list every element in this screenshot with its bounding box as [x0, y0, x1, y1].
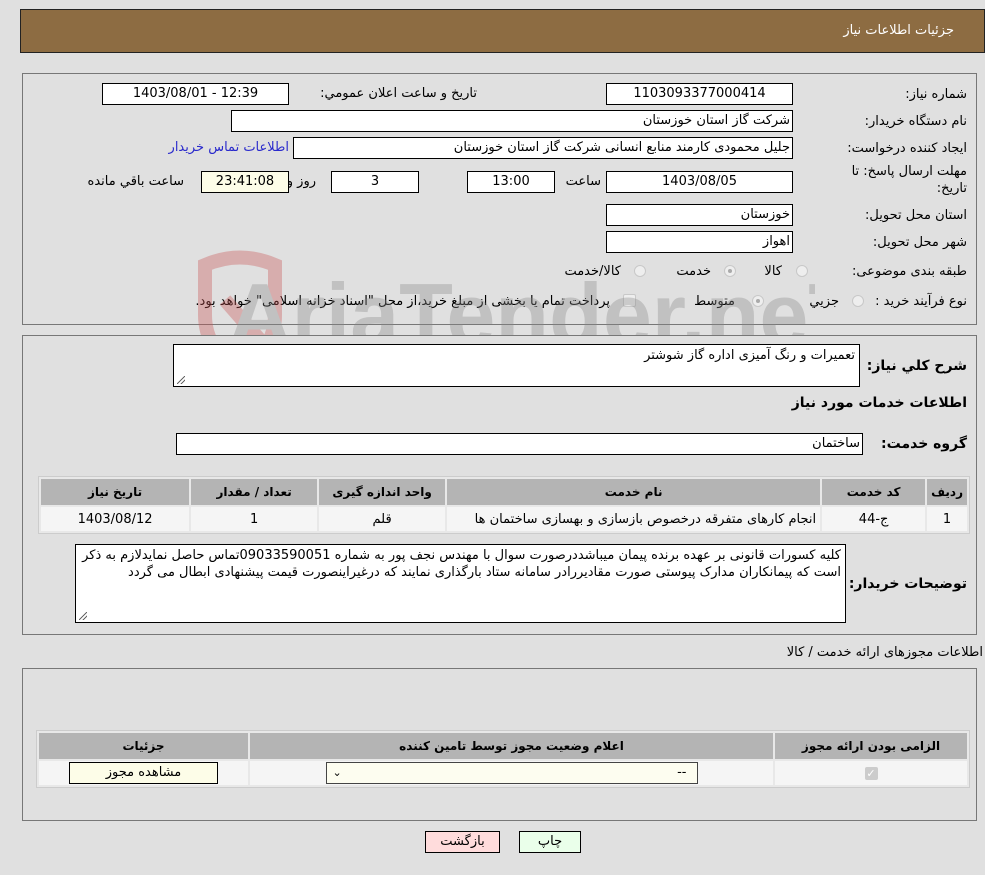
table-row: ✓ -- ⌄ مشاهده مجوز	[39, 761, 967, 785]
buyer-notes-text: کلیه کسورات قانونی بر عهده برنده پیمان م…	[82, 548, 841, 580]
announce-datetime-label: تاریخ و ساعت اعلان عمومي:	[320, 86, 477, 101]
deadline-label-line1: مهلت ارسال پاسخ: تا	[851, 164, 967, 179]
category-label: طبقه بندی موضوعی:	[851, 264, 967, 279]
col-row-number: ردیف	[927, 479, 967, 505]
back-button[interactable]: بازگشت	[425, 831, 500, 853]
description-textarea[interactable]: تعمیرات و رنگ آمیزی اداره گاز شوشتر	[173, 344, 860, 387]
cell-permit-details: مشاهده مجوز	[39, 761, 248, 785]
days-remaining-field: 3	[331, 171, 419, 193]
province-label: استان محل تحویل:	[865, 208, 967, 223]
category-radio-goods[interactable]	[796, 265, 808, 277]
description-text: تعمیرات و رنگ آمیزی اداره گاز شوشتر	[644, 348, 855, 363]
requester-label: ایجاد کننده درخواست:	[847, 141, 967, 156]
col-permit-required: الزامی بودن ارائه مجوز	[775, 733, 967, 759]
need-number-label: شماره نیاز:	[905, 87, 967, 102]
service-group-field: ساختمان	[176, 433, 863, 455]
permits-section-title: اطلاعات مجوزهای ارائه خدمت / کالا	[786, 645, 983, 660]
col-service-name: نام خدمت	[447, 479, 821, 505]
purchase-option-medium: متوسط	[694, 294, 735, 309]
deadline-label-line2: تاریخ:	[936, 181, 967, 196]
buyer-notes-label: توضیحات خریدار:	[848, 576, 967, 592]
days-label: روز و	[286, 174, 316, 189]
buyer-org-label: نام دستگاه خریدار:	[864, 114, 967, 129]
need-number-field: 1103093377000414	[606, 83, 793, 105]
cell-row-number: 1	[927, 507, 967, 531]
category-option-goods-service: کالا/خدمت	[564, 264, 621, 279]
treasury-note: پرداخت تمام یا بخشی از مبلغ خرید،از محل …	[195, 294, 610, 309]
col-quantity: تعداد / مقدار	[191, 479, 318, 505]
print-button[interactable]: چاپ	[519, 831, 581, 853]
permit-required-checkbox[interactable]: ✓	[864, 766, 878, 780]
purchase-type-label: نوع فرآیند خرید :	[875, 294, 967, 309]
chevron-down-icon: ⌄	[332, 766, 342, 779]
col-permit-status: اعلام وضعیت مجوز توسط تامین کننده	[250, 733, 773, 759]
services-table: ردیف کد خدمت نام خدمت واحد اندازه گیری ت…	[38, 476, 970, 534]
resize-grip-icon[interactable]	[177, 376, 185, 384]
col-need-date: تاریخ نیاز	[41, 479, 190, 505]
cell-unit: قلم	[319, 507, 446, 531]
buyer-contact-link[interactable]: اطلاعات تماس خریدار	[169, 140, 289, 155]
deadline-time-label: ساعت	[565, 174, 601, 189]
category-radio-goods-service[interactable]	[634, 265, 646, 277]
cell-service-code: ج-44	[822, 507, 926, 531]
remaining-time-field: 23:41:08	[201, 171, 289, 193]
category-option-goods: کالا	[764, 264, 782, 279]
cell-service-name: انجام کارهای متفرقه درخصوص بازسازی و بهس…	[447, 507, 821, 531]
cell-need-date: 1403/08/12	[41, 507, 190, 531]
description-label: شرح کلي نیاز:	[866, 358, 967, 374]
province-field: خوزستان	[606, 204, 793, 226]
requester-field: جلیل محمودی کارمند منابع انسانی شرکت گاز…	[293, 137, 793, 159]
permits-table: الزامی بودن ارائه مجوز اعلام وضعیت مجوز …	[36, 730, 970, 788]
permit-status-value: --	[677, 765, 687, 780]
table-row: 1 ج-44 انجام کارهای متفرقه درخصوص بازساز…	[41, 507, 967, 531]
purchase-radio-medium[interactable]	[752, 295, 764, 307]
page-title: جزئیات اطلاعات نیاز	[843, 23, 954, 38]
view-permit-button[interactable]: مشاهده مجوز	[69, 762, 218, 784]
city-field: اهواز	[606, 231, 793, 253]
city-label: شهر محل تحویل:	[872, 235, 967, 250]
category-option-service: خدمت	[676, 264, 711, 279]
resize-grip-icon[interactable]	[79, 612, 87, 620]
purchase-option-minor: جزیي	[809, 294, 839, 309]
service-group-label: گروه خدمت:	[881, 436, 967, 452]
buyer-org-field: شرکت گاز استان خوزستان	[231, 110, 793, 132]
cell-quantity: 1	[191, 507, 318, 531]
permits-table-header: الزامی بودن ارائه مجوز اعلام وضعیت مجوز …	[39, 733, 967, 759]
col-unit: واحد اندازه گیری	[319, 479, 446, 505]
announce-datetime-field: 1403/08/01 - 12:39	[102, 83, 289, 105]
col-permit-details: جزئیات	[39, 733, 248, 759]
remaining-time-label: ساعت باقي مانده	[87, 174, 184, 189]
purchase-radio-minor[interactable]	[852, 295, 864, 307]
deadline-time-field: 13:00	[467, 171, 555, 193]
buyer-notes-textarea[interactable]: کلیه کسورات قانونی بر عهده برنده پیمان م…	[75, 544, 846, 623]
treasury-checkbox[interactable]	[623, 294, 636, 307]
services-section-title: اطلاعات خدمات مورد نیاز	[791, 395, 967, 411]
category-radio-service[interactable]	[724, 265, 736, 277]
page-header: جزئیات اطلاعات نیاز	[20, 9, 985, 53]
services-table-header: ردیف کد خدمت نام خدمت واحد اندازه گیری ت…	[41, 479, 967, 505]
cell-permit-status: -- ⌄	[250, 761, 773, 785]
deadline-date-field: 1403/08/05	[606, 171, 793, 193]
cell-permit-required: ✓	[775, 761, 967, 785]
permit-status-select[interactable]: -- ⌄	[325, 762, 698, 784]
col-service-code: کد خدمت	[822, 479, 926, 505]
